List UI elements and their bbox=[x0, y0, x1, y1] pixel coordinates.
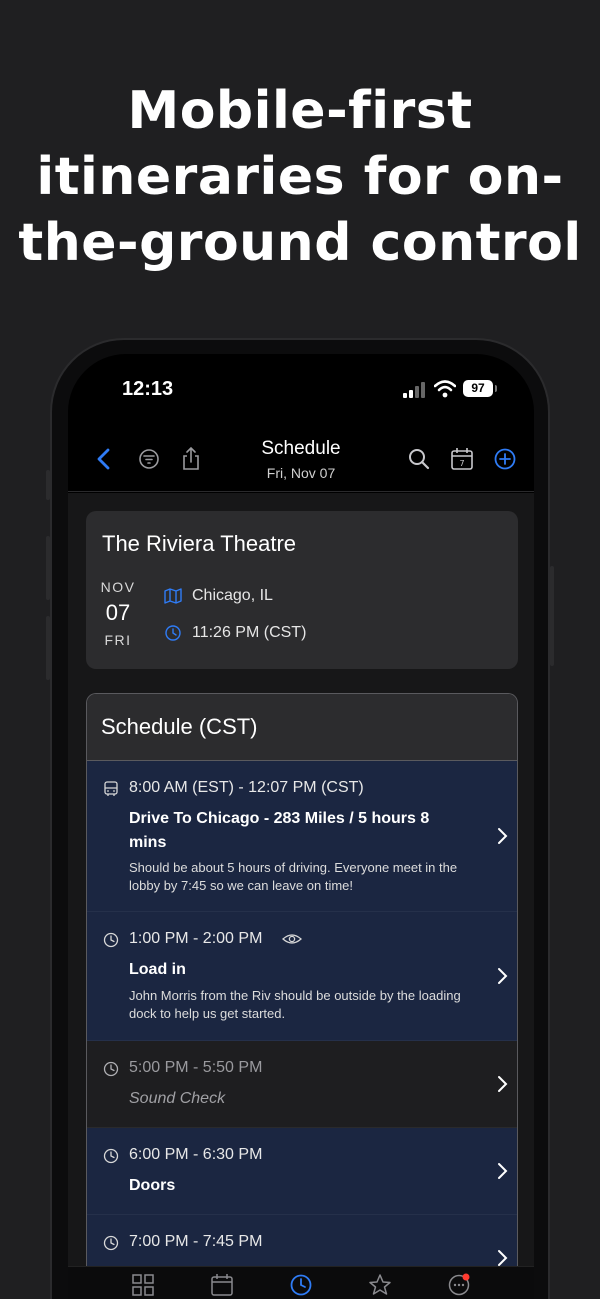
item-title: Sound Check bbox=[129, 1090, 226, 1107]
headline-line-3: the-ground control bbox=[18, 213, 582, 273]
clock-icon bbox=[165, 625, 181, 641]
eye-icon bbox=[282, 934, 302, 944]
schedule-item[interactable]: 5:00 PM - 5:50 PM Sound Check bbox=[87, 1041, 517, 1128]
bus-icon bbox=[104, 781, 118, 796]
tab-calendar-icon[interactable] bbox=[210, 1273, 234, 1297]
date-day: 07 bbox=[105, 600, 131, 625]
venue-name: The Riviera Theatre bbox=[102, 531, 297, 556]
date-block: NOV 07 FRI bbox=[100, 579, 136, 648]
battery-icon: 97 bbox=[463, 380, 493, 397]
clock-icon bbox=[103, 1061, 119, 1077]
power-button bbox=[550, 566, 554, 666]
phone-frame: 12:13 97 Schedule Fri, Nov 07 7 The Rivi… bbox=[46, 338, 554, 1299]
tab-dashboard-grid-icon[interactable] bbox=[131, 1273, 155, 1297]
clock-icon bbox=[103, 932, 119, 948]
calendar-icon[interactable]: 7 bbox=[449, 446, 475, 472]
svg-text:7: 7 bbox=[459, 459, 464, 468]
item-description: Should be about 5 hours of driving. Ever… bbox=[129, 860, 458, 893]
search-icon[interactable] bbox=[406, 446, 432, 472]
notification-dot bbox=[462, 1273, 470, 1281]
cellular-signal-icon bbox=[403, 382, 425, 398]
item-title: Doors bbox=[129, 1177, 176, 1194]
venue-location: Chicago, IL bbox=[192, 587, 273, 604]
chevron-right-icon bbox=[498, 1163, 508, 1179]
item-time: 8:00 AM (EST) - 12:07 PM (CST) bbox=[129, 779, 364, 796]
item-description: John Morris from the Riv should be outsi… bbox=[129, 988, 461, 1021]
clock-icon bbox=[103, 1235, 119, 1251]
map-icon bbox=[164, 588, 182, 604]
chevron-right-icon bbox=[498, 1250, 508, 1266]
item-time: 1:00 PM - 2:00 PM bbox=[129, 930, 263, 947]
item-time: 6:00 PM - 6:30 PM bbox=[129, 1146, 263, 1163]
item-time: 5:00 PM - 5:50 PM bbox=[129, 1059, 263, 1076]
schedule-item[interactable]: 6:00 PM - 6:30 PM Doors bbox=[87, 1128, 517, 1215]
date-month: NOV bbox=[100, 579, 136, 595]
tab-bar bbox=[68, 1266, 534, 1299]
chevron-right-icon bbox=[498, 968, 508, 984]
battery-tip bbox=[495, 385, 497, 392]
headline: Mobile-first itineraries for on- the-gro… bbox=[0, 78, 600, 276]
mute-switch bbox=[46, 470, 50, 500]
tab-schedule-clock-icon[interactable] bbox=[289, 1273, 313, 1297]
schedule-card: Schedule (CST) 8:00 AM (EST) - 12:07 PM … bbox=[86, 693, 518, 1299]
venue-card[interactable]: The Riviera Theatre NOV 07 FRI Chicago, … bbox=[86, 511, 518, 669]
tab-favorites-star-icon[interactable] bbox=[368, 1273, 392, 1297]
schedule-item[interactable]: 1:00 PM - 2:00 PM Load in John Morris fr… bbox=[87, 912, 517, 1041]
schedule-item[interactable]: 8:00 AM (EST) - 12:07 PM (CST) Drive To … bbox=[87, 761, 517, 912]
tab-more-icon[interactable] bbox=[447, 1273, 471, 1297]
schedule-title: Schedule (CST) bbox=[101, 714, 258, 739]
clock-icon bbox=[103, 1148, 119, 1164]
item-title: Load in bbox=[129, 961, 186, 978]
status-bar: 12:13 97 bbox=[68, 376, 534, 406]
chevron-right-icon bbox=[498, 828, 508, 844]
status-time: 12:13 bbox=[122, 378, 174, 400]
chevron-right-icon bbox=[498, 1076, 508, 1092]
schedule-header: Schedule (CST) bbox=[87, 694, 517, 761]
item-title: Drive To Chicago - 283 Miles / 5 hours 8… bbox=[129, 810, 430, 851]
headline-line-2: itineraries for on- bbox=[36, 147, 564, 207]
navigation-bar: Schedule Fri, Nov 07 7 bbox=[68, 434, 534, 492]
item-time: 7:00 PM - 7:45 PM bbox=[129, 1233, 263, 1250]
venue-time: 11:26 PM (CST) bbox=[192, 624, 307, 641]
wifi-icon bbox=[434, 380, 456, 398]
content-area: The Riviera Theatre NOV 07 FRI Chicago, … bbox=[68, 493, 534, 1299]
add-icon[interactable] bbox=[492, 446, 518, 472]
volume-down-button bbox=[46, 616, 50, 680]
headline-line-1: Mobile-first bbox=[127, 81, 473, 141]
date-weekday: FRI bbox=[104, 632, 132, 648]
phone-screen: 12:13 97 Schedule Fri, Nov 07 7 The Rivi… bbox=[68, 354, 534, 1299]
volume-up-button bbox=[46, 536, 50, 600]
